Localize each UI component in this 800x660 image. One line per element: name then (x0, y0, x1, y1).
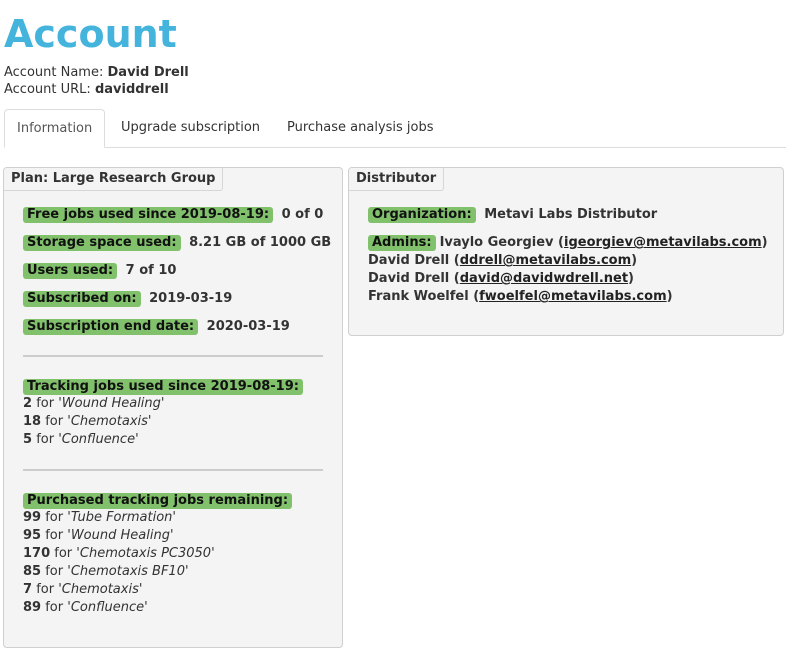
account-url-value: daviddrell (94, 82, 169, 97)
field-free-jobs: Free jobs used since 2019-08-19: 0 of 0 (23, 206, 323, 224)
tracking-used-section: Tracking jobs used since 2019-08-19: 2 f… (23, 379, 303, 449)
tracking-remaining-label: Purchased tracking jobs remaining: (23, 493, 293, 509)
admins-section: Admins: Ivaylo Georgiev (igeorgiev@metavi… (368, 234, 768, 306)
list-item: 89 for 'Confluence' (23, 600, 148, 615)
list-item: 99 for 'Tube Formation' (23, 510, 176, 525)
plan-legend: Plan: Large Research Group (4, 168, 224, 191)
admin-email-link[interactable]: ddrell@metavilabs.com (460, 253, 631, 268)
tab-upgrade-subscription[interactable]: Upgrade subscription (109, 109, 272, 146)
storage-value: 8.21 GB of 1000 GB (189, 235, 332, 250)
tab-information[interactable]: Information (4, 109, 106, 148)
organization-label: Organization: (368, 207, 476, 223)
distributor-legend: Distributor (349, 168, 445, 191)
admin-email-link[interactable]: david@davidwdrell.net (460, 271, 628, 286)
list-item: 18 for 'Chemotaxis' (23, 414, 152, 429)
free-jobs-label: Free jobs used since 2019-08-19: (23, 207, 274, 223)
distributor-panel: Distributor Organization: Metavi Labs Di… (348, 167, 784, 336)
field-users: Users used: 7 of 10 (23, 262, 176, 280)
free-jobs-value: 0 of 0 (281, 207, 324, 222)
list-item: 170 for 'Chemotaxis PC3050' (23, 546, 215, 561)
account-name-label: Account Name: (4, 65, 104, 80)
admins-label: Admins: (368, 235, 436, 251)
subscribed-on-label: Subscribed on: (23, 291, 141, 307)
field-organization: Organization: Metavi Labs Distributor (368, 206, 657, 224)
field-subscription-end: Subscription end date: 2020-03-19 (23, 318, 290, 336)
list-item: 85 for 'Chemotaxis BF10' (23, 564, 189, 579)
admin-item: Frank Woelfel (fwoelfel@metavilabs.com) (368, 289, 673, 304)
organization-value: Metavi Labs Distributor (484, 207, 658, 222)
users-value: 7 of 10 (125, 263, 177, 278)
account-url-label: Account URL: (4, 82, 91, 97)
users-label: Users used: (23, 263, 118, 279)
account-name-line: Account Name: David Drell (4, 65, 189, 81)
list-item: 5 for 'Confluence' (23, 432, 139, 447)
divider (23, 469, 323, 471)
list-item: 95 for 'Wound Healing' (23, 528, 174, 543)
storage-label: Storage space used: (23, 235, 181, 251)
tab-purchase-analysis-jobs[interactable]: Purchase analysis jobs (275, 109, 446, 146)
admin-item: David Drell (david@davidwdrell.net) (368, 271, 634, 286)
list-item: 7 for 'Chemotaxis' (23, 582, 143, 597)
account-url-line: Account URL: daviddrell (4, 82, 169, 98)
subscribed-on-value: 2019-03-19 (149, 291, 233, 306)
subscription-end-value: 2020-03-19 (206, 319, 290, 334)
divider (23, 355, 323, 357)
field-storage: Storage space used: 8.21 GB of 1000 GB (23, 234, 331, 252)
admin-item: Admins: Ivaylo Georgiev (igeorgiev@metavi… (368, 234, 768, 252)
field-subscribed-on: Subscribed on: 2019-03-19 (23, 290, 232, 308)
account-name-value: David Drell (107, 65, 189, 80)
tracking-used-label: Tracking jobs used since 2019-08-19: (23, 379, 303, 395)
page-title: Account (4, 12, 177, 56)
tab-bar: Information Upgrade subscription Purchas… (4, 109, 786, 148)
tracking-remaining-section: Purchased tracking jobs remaining: 99 fo… (23, 493, 293, 617)
plan-panel: Plan: Large Research Group Free jobs use… (3, 167, 343, 648)
admin-email-link[interactable]: fwoelfel@metavilabs.com (479, 289, 666, 304)
admin-email-link[interactable]: igeorgiev@metavilabs.com (564, 235, 762, 250)
list-item: 2 for 'Wound Healing' (23, 396, 165, 411)
subscription-end-label: Subscription end date: (23, 319, 199, 335)
admin-item: David Drell (ddrell@metavilabs.com) (368, 253, 638, 268)
